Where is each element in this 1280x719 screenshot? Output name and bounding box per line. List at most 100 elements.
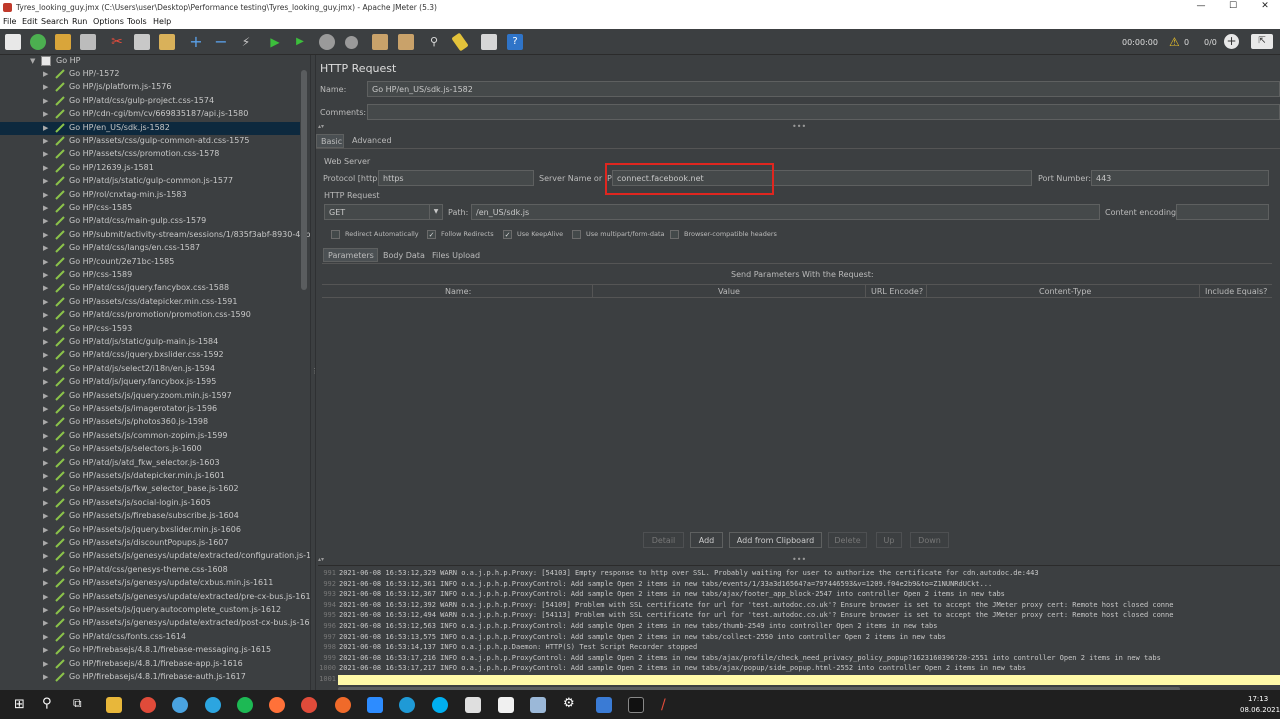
col-value[interactable]: Value: [718, 287, 740, 296]
chevron-right-icon[interactable]: ▶: [43, 258, 48, 266]
tab-parameters[interactable]: Parameters: [323, 248, 378, 262]
cut-icon[interactable]: ✂: [109, 34, 125, 50]
checkbox-box[interactable]: [670, 230, 679, 239]
comments-field[interactable]: [367, 104, 1280, 120]
tree-scrollbar[interactable]: [301, 70, 307, 290]
chevron-right-icon[interactable]: ▶: [43, 244, 48, 252]
chevron-right-icon[interactable]: ▶: [43, 485, 48, 493]
task-view-icon[interactable]: ⧉: [73, 696, 82, 711]
menu-search[interactable]: Search: [41, 17, 68, 26]
menu-options[interactable]: Options: [93, 17, 124, 26]
reset-search-icon[interactable]: [451, 32, 469, 52]
method-select[interactable]: GET ▼: [324, 204, 443, 220]
port-field[interactable]: 443: [1091, 170, 1269, 186]
tree-item[interactable]: ▶ Go HP/atd/js/jquery.fancybox.js-1595: [0, 376, 300, 389]
add-from-clipboard-button[interactable]: Add from Clipboard: [729, 532, 822, 548]
tab-advanced[interactable]: Advanced: [347, 134, 392, 148]
start-no-pauses-icon[interactable]: ▶: [292, 34, 308, 50]
chevron-right-icon[interactable]: ▶: [43, 325, 48, 333]
stop-icon[interactable]: [319, 34, 335, 50]
remote-icon[interactable]: ⇱: [1251, 34, 1273, 49]
path-field[interactable]: /en_US/sdk.js: [471, 204, 1100, 220]
minimize-button[interactable]: —: [1186, 1, 1216, 14]
checkbox-box[interactable]: [331, 230, 340, 239]
tab-files-upload[interactable]: Files Upload: [432, 251, 480, 260]
photos-icon[interactable]: [596, 697, 612, 713]
function-helper-icon[interactable]: [481, 34, 497, 50]
remote-start-icon[interactable]: +: [1224, 34, 1239, 49]
detail-button[interactable]: Detail: [643, 532, 684, 548]
windows-start-icon[interactable]: ⊞: [14, 697, 25, 712]
shutdown-icon[interactable]: [345, 36, 358, 49]
tree-item[interactable]: ▶ Go HP/js/platform.js-1576: [0, 81, 300, 94]
chevron-right-icon[interactable]: ▶: [43, 284, 48, 292]
tree-item[interactable]: ▶ Go HP/assets/js/jquery.autocomplete_cus…: [0, 604, 300, 617]
help-icon[interactable]: ?: [507, 34, 523, 50]
chevron-right-icon[interactable]: ▶: [43, 512, 48, 520]
chevron-right-icon[interactable]: ▶: [43, 579, 48, 587]
menu-file[interactable]: File: [3, 17, 16, 26]
chevron-right-icon[interactable]: ▶: [43, 137, 48, 145]
chevron-right-icon[interactable]: ▶: [43, 459, 48, 467]
tree-item[interactable]: ▶ Go HP/assets/js/fkw_selector_base.js-16…: [0, 483, 300, 496]
tree-item[interactable]: ▶ Go HP/css-1589: [0, 269, 300, 282]
settings-icon[interactable]: ⚙: [563, 696, 575, 711]
tree-item[interactable]: ▶ Go HP/12639.js-1581: [0, 162, 300, 175]
chevron-right-icon[interactable]: ▶: [43, 445, 48, 453]
col-url-encode[interactable]: URL Encode?: [871, 287, 923, 296]
tree-item[interactable]: ▶ Go HP/assets/js/discountPopups.js-1607: [0, 537, 300, 550]
chevron-right-icon[interactable]: ▶: [43, 311, 48, 319]
tree-item[interactable]: ▶ Go HP/firebasejs/4.8.1/firebase-messagi…: [0, 644, 300, 657]
chevron-right-icon[interactable]: ▶: [43, 83, 48, 91]
tree-item[interactable]: ▶ Go HP/atd/css/langs/en.css-1587: [0, 242, 300, 255]
templates-icon[interactable]: [30, 34, 46, 50]
tree-item[interactable]: ▶ Go HP/atd/css/jquery.fancybox.css-1588: [0, 282, 300, 295]
security-icon[interactable]: [498, 697, 514, 713]
log-divider[interactable]: ▴▾ •••: [316, 555, 1280, 564]
chevron-right-icon[interactable]: ▶: [43, 660, 48, 668]
new-icon[interactable]: [5, 34, 21, 50]
tree-item[interactable]: ▶ Go HP/atd/js/atd_fkw_selector.js-1603: [0, 457, 300, 470]
arrows-icon[interactable]: ▴▾: [318, 556, 324, 563]
log-viewer[interactable]: 991 2021-06-08 16:53:12,329 WARN o.a.j.p.…: [318, 565, 1280, 691]
tree-item[interactable]: ▶ Go HP/assets/js/social-login.js-1605: [0, 497, 300, 510]
tree-item[interactable]: ▶ Go HP/count/2e71bc-1585: [0, 256, 300, 269]
checkbox-box[interactable]: [572, 230, 581, 239]
file-explorer-icon[interactable]: [106, 697, 122, 713]
copy-icon[interactable]: [134, 34, 150, 50]
up-button[interactable]: Up: [876, 532, 902, 548]
chevron-right-icon[interactable]: ▶: [43, 191, 48, 199]
save-icon[interactable]: [80, 34, 96, 50]
chevron-right-icon[interactable]: ▶: [43, 405, 48, 413]
tree-item[interactable]: ▶ Go HP/assets/js/datepicker.min.js-1601: [0, 470, 300, 483]
tree-item[interactable]: ▶ Go HP/assets/js/selectors.js-1600: [0, 443, 300, 456]
tree-item[interactable]: ▶ Go HP/assets/js/common-zopim.js-1599: [0, 430, 300, 443]
chrome-icon[interactable]: [140, 697, 156, 713]
chevron-right-icon[interactable]: ▶: [43, 392, 48, 400]
chevron-right-icon[interactable]: ▶: [43, 499, 48, 507]
add-button[interactable]: Add: [690, 532, 723, 548]
chevron-right-icon[interactable]: ▶: [43, 217, 48, 225]
delete-button[interactable]: Delete: [828, 532, 867, 548]
tree-item[interactable]: ▶ Go HP/assets/js/genesys/update/extracte…: [0, 591, 310, 604]
params-table-body[interactable]: [322, 299, 1272, 519]
tree-item[interactable]: ▶ Go HP/atd/js/select2/i18n/en.js-1594: [0, 363, 300, 376]
chevron-right-icon[interactable]: ▶: [43, 539, 48, 547]
tree-item[interactable]: ▶ Go HP/atd/css/fonts.css-1614: [0, 631, 300, 644]
chevron-right-icon[interactable]: ▶: [43, 526, 48, 534]
chevron-right-icon[interactable]: ▶: [43, 378, 48, 386]
arrows-icon[interactable]: ▴▾: [318, 123, 324, 130]
tree-item[interactable]: ▶ Go HP/assets/js/jquery.bxslider.min.js-…: [0, 524, 300, 537]
tree-item[interactable]: ▶ Go HP/assets/js/imagerotator.js-1596: [0, 403, 300, 416]
search-icon[interactable]: ⚲: [42, 696, 52, 711]
chevron-right-icon[interactable]: ▶: [43, 150, 48, 158]
checkbox-box[interactable]: ✓: [427, 230, 436, 239]
menu-help[interactable]: Help: [153, 17, 171, 26]
tree-item[interactable]: ▶ Go HP/assets/js/genesys/update/extracte…: [0, 617, 310, 630]
chevron-right-icon[interactable]: ▶: [43, 619, 48, 627]
chevron-right-icon[interactable]: ▶: [43, 633, 48, 641]
col-include-equals[interactable]: Include Equals?: [1205, 287, 1267, 296]
chevron-right-icon[interactable]: ▶: [43, 271, 48, 279]
tree-item[interactable]: ▶ Go HP/atd/css/main-gulp.css-1579: [0, 215, 300, 228]
tree-item[interactable]: ▶ Go HP/firebasejs/4.8.1/firebase-app.js-…: [0, 658, 300, 671]
